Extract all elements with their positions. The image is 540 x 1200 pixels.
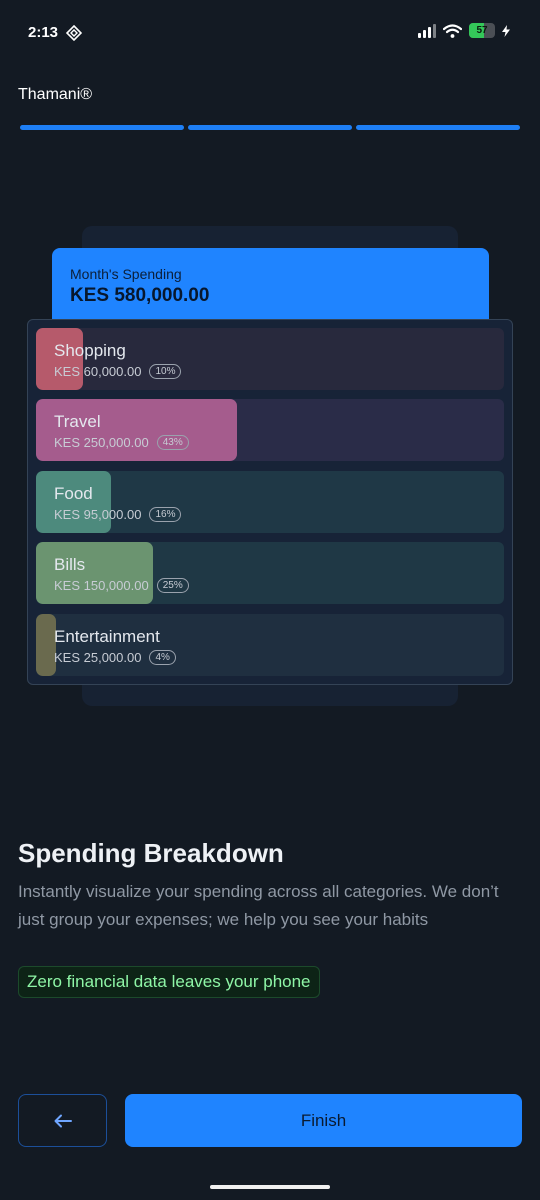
status-bar: 2:13 57	[0, 0, 540, 66]
category-name: Bills	[54, 555, 86, 574]
category-row: Entertainment KES 25,000.00 4%	[36, 614, 504, 676]
category-amount: KES 250,000.00	[54, 435, 149, 450]
category-name: Travel	[54, 412, 101, 431]
category-list: Shopping KES 60,000.00 10% Travel KES 25…	[27, 319, 513, 685]
wifi-icon	[443, 23, 462, 38]
month-spending-label: Month's Spending	[70, 266, 182, 282]
category-percent: 43%	[156, 435, 189, 450]
category-row: Bills KES 150,000.00 25%	[36, 542, 504, 604]
nfc-icon	[66, 25, 82, 41]
category-amount: KES 150,000.00	[54, 578, 149, 593]
brand-name: Thamani®	[18, 86, 93, 103]
category-percent: 25%	[156, 578, 189, 593]
battery-icon: 57	[469, 23, 495, 38]
category-name: Entertainment	[54, 627, 160, 646]
home-indicator	[210, 1185, 330, 1189]
privacy-badge: Zero financial data leaves your phone	[18, 966, 320, 998]
category-row: Food KES 95,000.00 16%	[36, 471, 504, 533]
finish-button[interactable]: Finish	[125, 1094, 522, 1147]
category-row: Shopping KES 60,000.00 10%	[36, 328, 504, 390]
progress-step	[188, 125, 352, 130]
month-spending-card: Month's Spending KES 580,000.00	[52, 248, 489, 328]
charging-icon	[502, 24, 510, 37]
category-name: Food	[54, 484, 93, 503]
category-amount: KES 25,000.00	[54, 650, 142, 665]
category-percent: 16%	[149, 507, 182, 522]
progress-step	[356, 125, 520, 130]
arrow-left-icon	[54, 1114, 72, 1127]
page-title: Spending Breakdown	[18, 838, 284, 868]
onboarding-progress	[20, 125, 520, 130]
category-amount: KES 60,000.00	[54, 364, 142, 379]
category-bar	[36, 614, 56, 676]
category-row: Travel KES 250,000.00 43%	[36, 399, 504, 461]
battery-level: 57	[476, 25, 488, 36]
category-percent: 4%	[149, 650, 176, 665]
category-amount: KES 95,000.00	[54, 507, 142, 522]
page-description: Instantly visualize your spending across…	[18, 882, 499, 929]
status-time: 2:13	[28, 24, 59, 41]
progress-step	[20, 125, 184, 130]
category-name: Shopping	[54, 341, 126, 360]
month-spending-value: KES 580,000.00	[70, 285, 210, 306]
signal-icon	[418, 23, 436, 38]
back-button[interactable]	[18, 1094, 107, 1147]
category-percent: 10%	[149, 364, 182, 379]
